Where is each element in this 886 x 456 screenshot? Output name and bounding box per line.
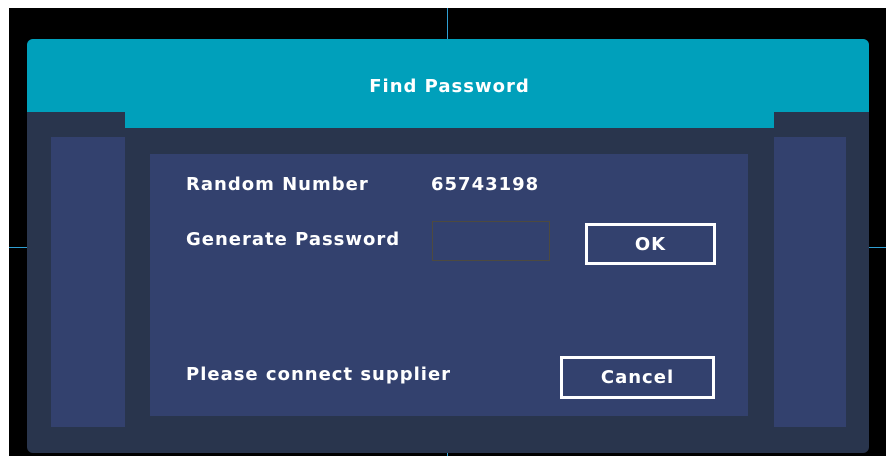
ok-button-label: OK xyxy=(634,233,667,255)
left-side-panel xyxy=(51,137,125,427)
generate-password-label: Generate Password xyxy=(186,229,401,250)
dialog-title-tab xyxy=(125,112,774,128)
random-number-value: 65743198 xyxy=(431,174,540,195)
right-side-panel xyxy=(774,137,846,427)
cancel-button[interactable]: Cancel xyxy=(560,356,715,399)
cancel-button-label: Cancel xyxy=(600,367,675,388)
dialog-title: Find Password xyxy=(369,76,530,97)
ok-button[interactable]: OK xyxy=(585,223,716,265)
random-number-label: Random Number xyxy=(186,174,369,195)
generate-password-input[interactable] xyxy=(432,221,550,261)
supplier-message: Please connect supplier xyxy=(186,364,452,385)
